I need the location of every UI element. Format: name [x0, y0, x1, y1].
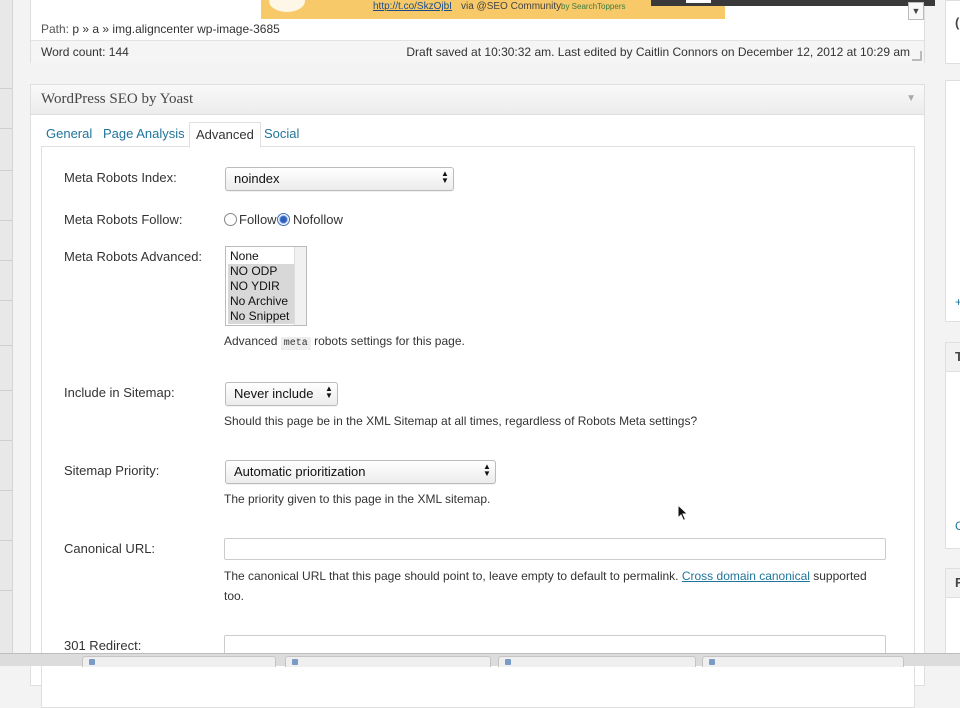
tab-page-analysis[interactable]: Page Analysis — [103, 122, 185, 146]
preview-link[interactable]: http://t.co/SkzOjbI — [373, 1, 452, 12]
sidebar-add-link-fragment[interactable]: + — [955, 295, 960, 309]
updown-arrows-icon: ▲ ▼ — [325, 384, 333, 400]
editor-path-bar: Path: p » a » img.aligncenter wp-image-3… — [41, 22, 913, 40]
path-value: p » a » img.aligncenter wp-image-3685 — [72, 22, 280, 36]
option-no-odp[interactable]: NO ODP — [228, 264, 294, 279]
path-label: Path: — [41, 22, 70, 36]
robots-follow-label: Meta Robots Follow: — [64, 212, 183, 227]
robots-index-select[interactable]: noindex ▲ ▼ — [225, 167, 454, 191]
taskbar-item[interactable] — [285, 656, 491, 667]
robots-advanced-listbox[interactable]: None NO ODP NO YDIR No Archive No Snippe… — [225, 246, 307, 326]
option-no-ydir[interactable]: NO YDIR — [228, 279, 294, 294]
yoast-seo-metabox: WordPress SEO by Yoast ▼ General Page An… — [30, 84, 925, 708]
floating-toolbar-fragment — [651, 0, 935, 6]
sidebar-title-fragment: ( — [955, 15, 960, 30]
redirect-label: 301 Redirect: — [64, 638, 142, 653]
metabox-header[interactable]: WordPress SEO by Yoast ▼ — [31, 85, 924, 115]
tab-social[interactable]: Social — [264, 122, 299, 146]
nofollow-radio[interactable] — [277, 213, 290, 226]
editor-scroll-down-icon[interactable]: ▼ — [908, 2, 924, 20]
sidebar-box-tags: T C — [945, 342, 960, 549]
cross-domain-canonical-link[interactable]: Cross domain canonical — [682, 569, 810, 583]
robots-advanced-help: Advanced meta robots settings for this p… — [224, 334, 465, 350]
sitemap-priority-label: Sitemap Priority: — [64, 463, 160, 478]
follow-radio[interactable] — [224, 213, 237, 226]
draft-status: Draft saved at 10:30:32 am. Last edited … — [406, 45, 910, 59]
sitemap-priority-select[interactable]: Automatic prioritization ▲ ▼ — [225, 460, 496, 484]
sitemap-priority-help: The priority given to this page in the X… — [224, 492, 491, 506]
sitemap-include-value: Never include — [234, 386, 314, 401]
taskbar-item[interactable] — [702, 656, 904, 667]
sidebar-box-categories: + — [945, 80, 960, 322]
updown-arrows-icon: ▲ ▼ — [441, 169, 449, 185]
admin-menu-strip — [0, 0, 13, 665]
updown-arrows-icon: ▲ ▼ — [483, 462, 491, 478]
taskbar-item[interactable] — [82, 656, 276, 667]
triangle-down-icon[interactable]: ▼ — [906, 93, 916, 104]
sidebar-box-featured: F — [945, 568, 960, 660]
advanced-tab-panel: Meta Robots Index: noindex ▲ ▼ Meta Robot… — [41, 146, 915, 708]
resize-handle-icon[interactable] — [912, 51, 922, 61]
nofollow-radio-label[interactable]: Nofollow — [293, 212, 343, 227]
sitemap-include-select[interactable]: Never include ▲ ▼ — [225, 382, 338, 406]
sidebar-tags-title-fragment: T — [955, 349, 960, 364]
preview-by-text: by SearchToppers — [561, 2, 626, 11]
canonical-url-label: Canonical URL: — [64, 541, 156, 556]
post-editor-box: http://t.co/SkzOjbI via @SEO Community b… — [30, 0, 935, 63]
follow-radio-label[interactable]: Follow — [239, 212, 277, 227]
option-no-snippet[interactable]: No Snippet — [228, 309, 294, 324]
metabox-title: WordPress SEO by Yoast — [41, 91, 194, 107]
sidebar-featured-title-fragment: F — [955, 575, 960, 590]
canonical-help-line2: too. — [224, 589, 245, 603]
tab-general[interactable]: General — [46, 122, 92, 146]
taskbar-item[interactable] — [498, 656, 696, 667]
robots-advanced-label: Meta Robots Advanced: — [64, 249, 203, 264]
tab-advanced[interactable]: Advanced — [189, 122, 261, 148]
preview-image-fragment — [269, 0, 305, 12]
sitemap-include-label: Include in Sitemap: — [64, 385, 175, 400]
sitemap-priority-value: Automatic prioritization — [234, 464, 366, 479]
robots-index-value: noindex — [234, 171, 280, 186]
sidebar-tags-link-fragment[interactable]: C — [955, 519, 960, 533]
sidebar-box-publish: ( — [945, 0, 960, 64]
sitemap-include-help: Should this page be in the XML Sitemap a… — [224, 414, 698, 428]
bottom-taskbar — [0, 653, 960, 667]
meta-code: meta — [280, 337, 311, 350]
editor-status-bar: Word count: 144 Draft saved at 10:30:32 … — [31, 40, 924, 63]
robots-index-label: Meta Robots Index: — [64, 170, 177, 185]
listbox-scrollbar[interactable] — [294, 247, 306, 325]
option-no-archive[interactable]: No Archive — [228, 294, 294, 309]
canonical-url-input[interactable] — [224, 538, 886, 560]
option-none[interactable]: None — [228, 249, 294, 264]
canonical-help: The canonical URL that this page should … — [224, 569, 867, 583]
word-count: Word count: 144 — [41, 45, 129, 59]
preview-via-text: via @SEO Community — [461, 1, 562, 12]
